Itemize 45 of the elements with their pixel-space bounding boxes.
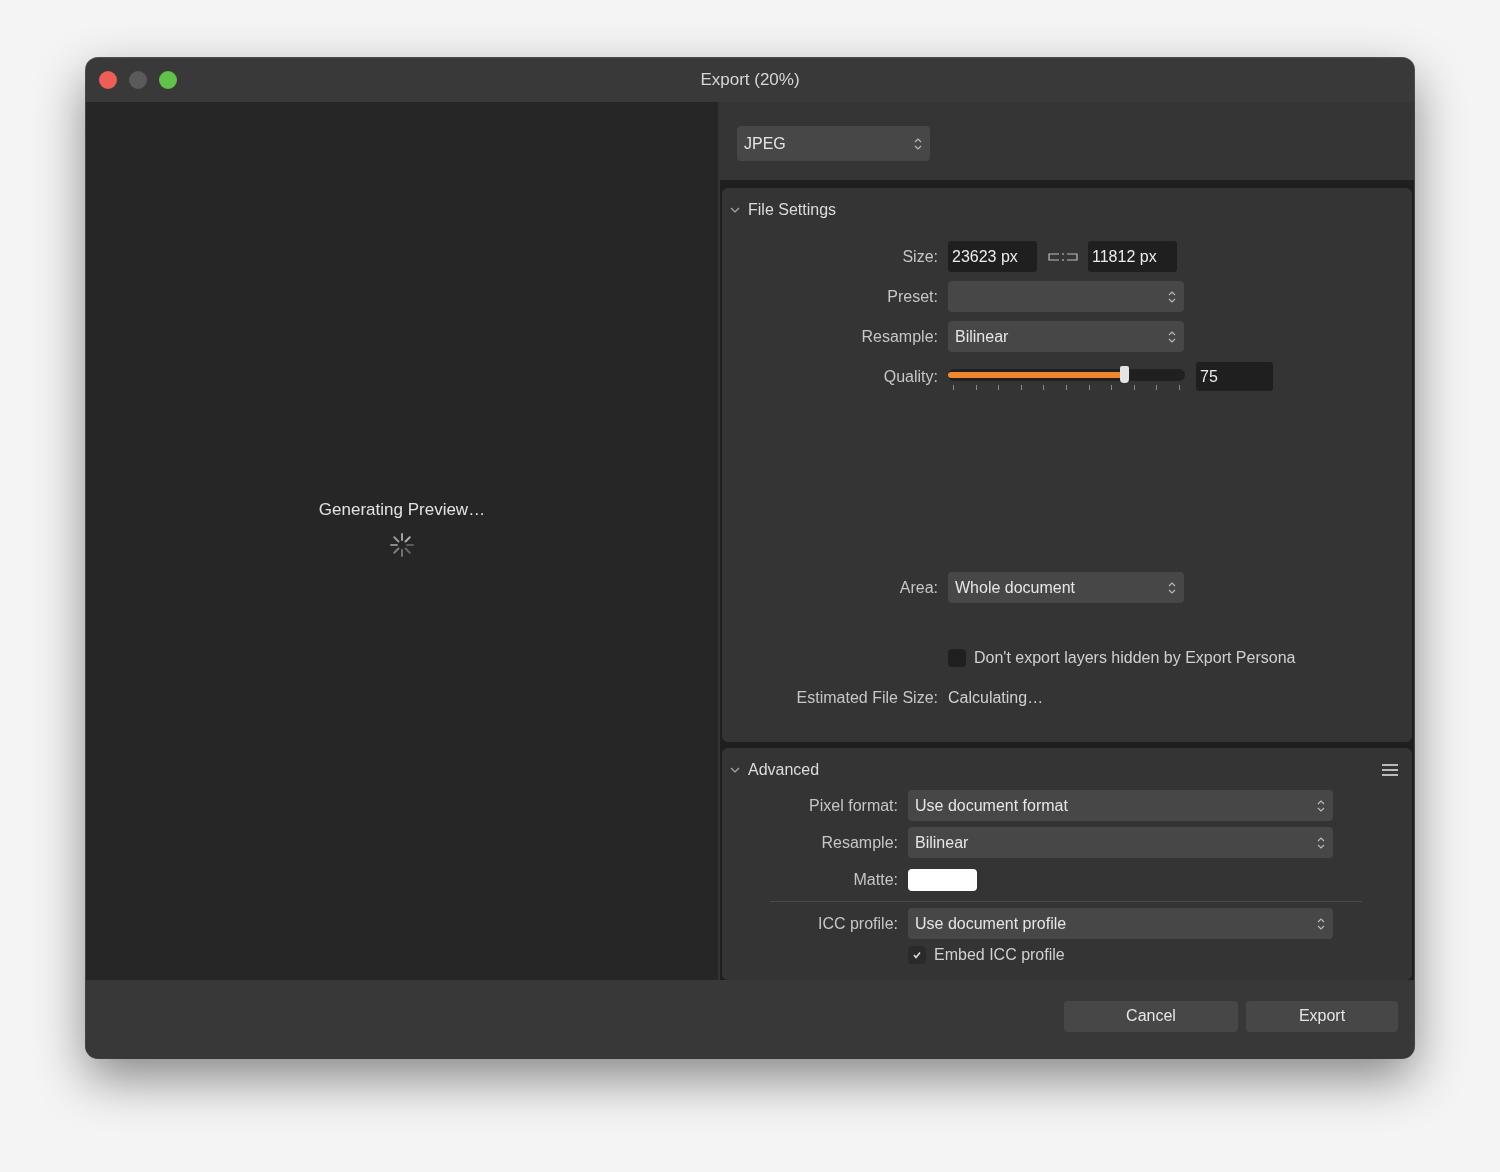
checkbox[interactable] — [908, 946, 926, 964]
height-field[interactable]: 11812 px — [1088, 241, 1177, 272]
stepper-icon — [1168, 329, 1176, 344]
color-swatch[interactable] — [908, 868, 977, 891]
window-title: Export (20%) — [700, 70, 800, 90]
link-icon[interactable] — [1047, 250, 1079, 263]
section-header[interactable]: File Settings — [722, 188, 1412, 218]
info-value: Calculating… — [948, 688, 1044, 707]
checkmark-icon — [912, 950, 922, 960]
field-label: Preset: — [886, 287, 938, 306]
section-header[interactable]: Advanced — [722, 748, 1412, 778]
field-label: Size: — [901, 247, 938, 266]
menu-icon[interactable] — [1382, 763, 1398, 777]
dropdown[interactable]: Use document profile — [908, 908, 1333, 939]
dropdown[interactable]: Bilinear — [948, 321, 1184, 352]
checkbox-label: Embed ICC profile — [934, 946, 1065, 964]
width-field[interactable]: 23623 px — [948, 241, 1037, 272]
export-button[interactable]: Export — [1246, 1000, 1398, 1032]
status-message: Generating Preview… — [318, 500, 486, 520]
field-label: ICC profile: — [816, 914, 898, 933]
field-label: Area: — [898, 578, 938, 597]
field-label: Resample: — [820, 833, 898, 852]
dropdown[interactable]: Bilinear — [908, 827, 1333, 858]
stepper-icon — [1317, 798, 1325, 813]
field-label: Resample: — [860, 327, 938, 346]
checkbox-label: Don't export layers hidden by Export Persona — [974, 648, 1296, 667]
spinner-icon — [389, 532, 415, 558]
zoom-button[interactable] — [159, 71, 177, 89]
field-label: Estimated File Size: — [795, 688, 938, 707]
field-label: Pixel format: — [808, 796, 898, 815]
stepper-icon — [1317, 835, 1325, 850]
stepper-icon — [1168, 580, 1176, 595]
cancel-button[interactable]: Cancel — [1064, 1000, 1238, 1032]
quality-slider[interactable] — [948, 369, 1185, 381]
quality-field[interactable]: 75 — [1196, 362, 1273, 391]
field-label: Quality: — [882, 367, 938, 386]
format-dropdown[interactable]: JPEG — [737, 126, 930, 161]
close-button[interactable] — [99, 71, 117, 89]
slider-thumb[interactable] — [1119, 366, 1129, 383]
dropdown[interactable]: Whole document — [948, 572, 1184, 603]
stepper-icon — [914, 136, 922, 151]
stepper-icon — [1168, 289, 1176, 304]
field-label: Matte: — [852, 870, 898, 889]
dropdown[interactable]: Use document format — [908, 790, 1333, 821]
stepper-icon — [1317, 916, 1325, 931]
